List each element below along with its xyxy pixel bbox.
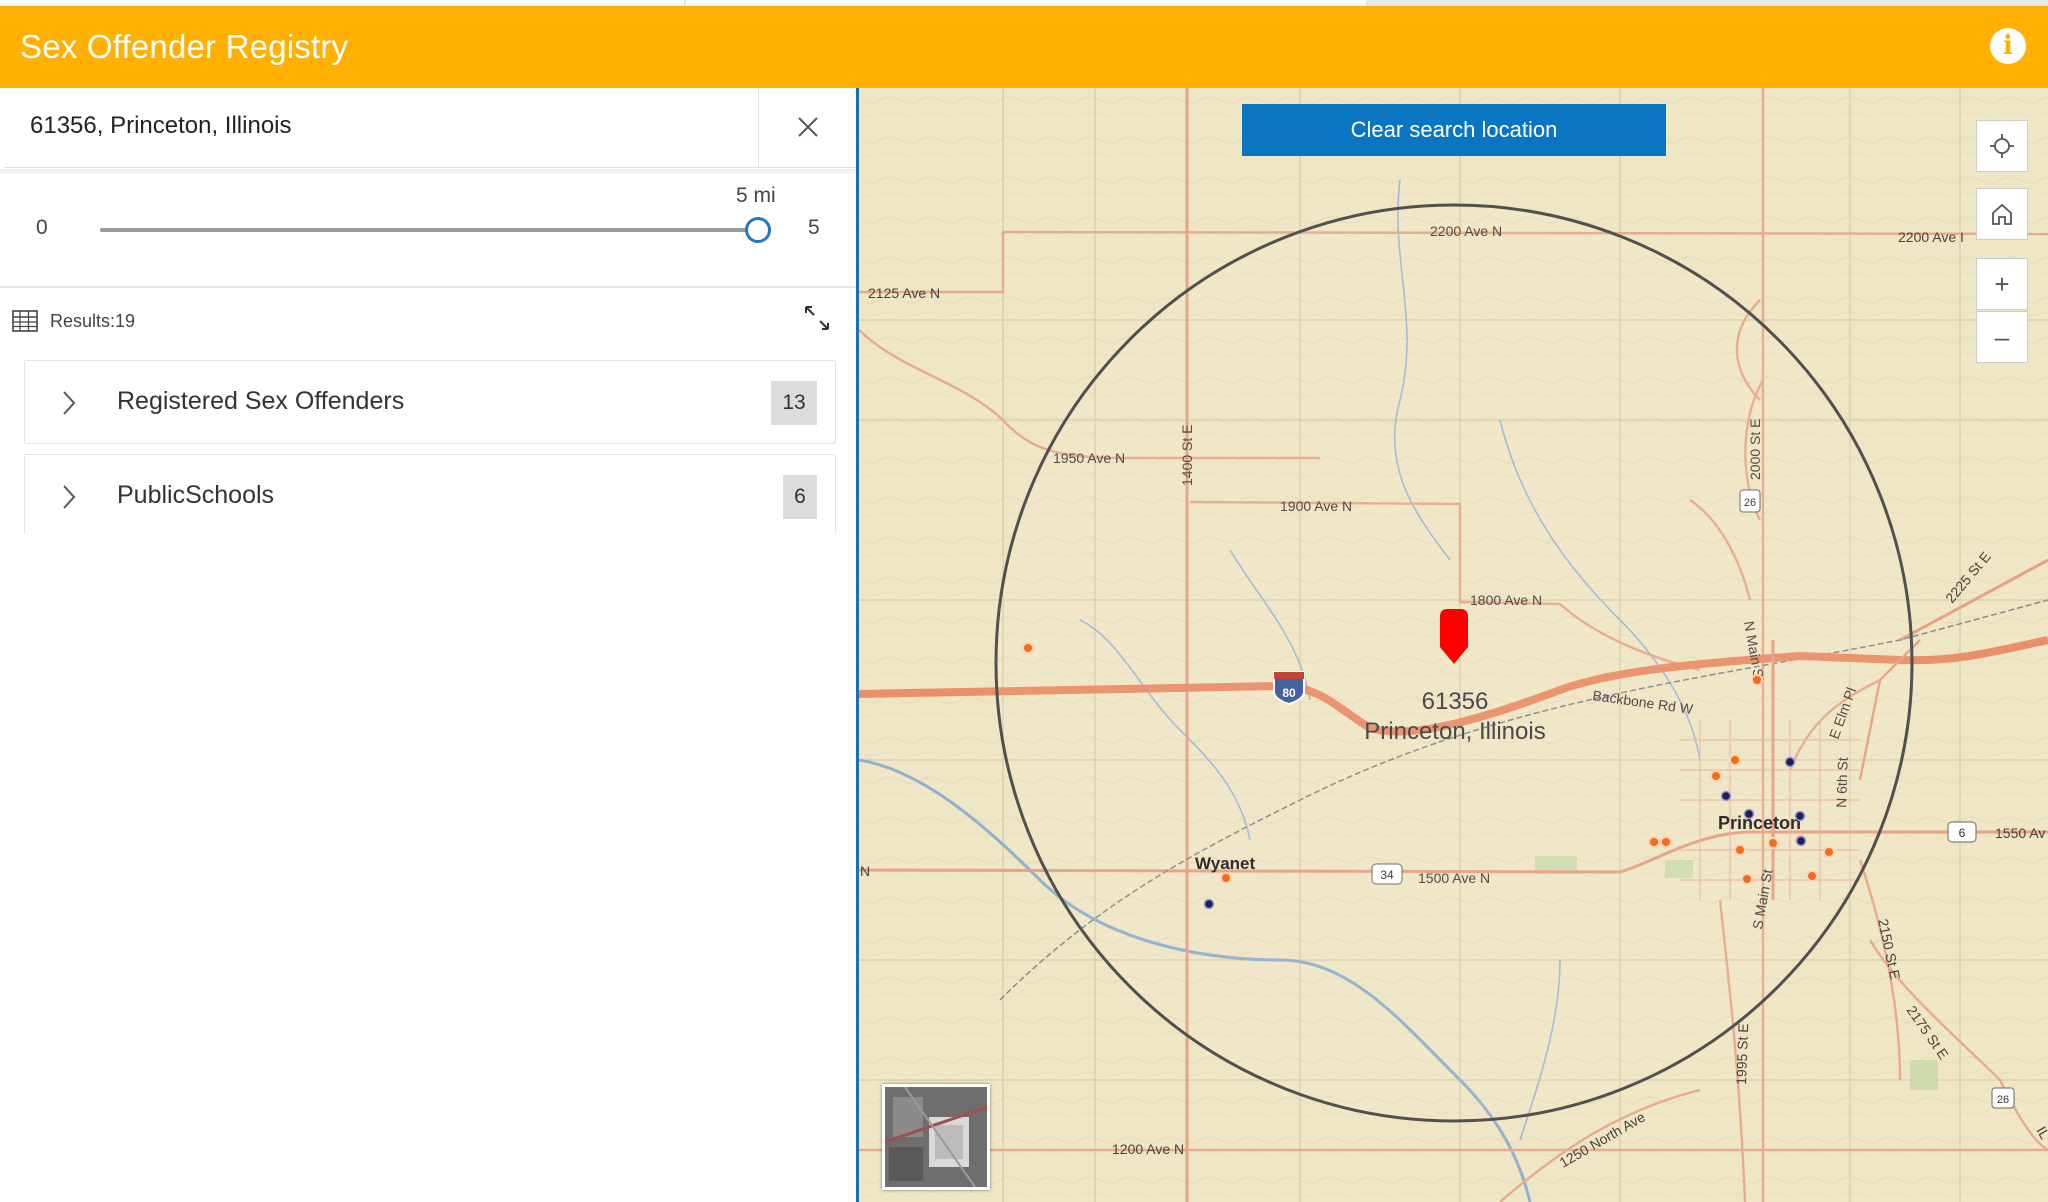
info-icon[interactable]: i: [1990, 28, 2026, 64]
offender-marker[interactable]: [1751, 674, 1763, 686]
us-route-shield: 6: [1947, 821, 1977, 843]
home-button[interactable]: [1976, 188, 2028, 240]
home-icon: [1992, 203, 2012, 225]
offender-marker[interactable]: [1022, 642, 1034, 654]
edge-label: N: [860, 863, 870, 879]
results-summary: Results:19: [12, 306, 135, 336]
road-label: 2125 Ave N: [868, 285, 940, 301]
school-marker[interactable]: [1784, 756, 1796, 768]
shield-label: 6: [1959, 826, 1966, 840]
road-label: 1200 Ave N: [1112, 1141, 1184, 1157]
chevron-right-icon: [63, 391, 76, 415]
zoom-out-icon: –: [1994, 321, 2010, 352]
school-marker[interactable]: [1795, 835, 1807, 847]
map-view[interactable]: 2200 Ave N 2200 Ave I 2125 Ave N 1950 Av…: [859, 88, 2048, 1202]
satellite-thumbnail: [885, 1087, 987, 1187]
offender-marker[interactable]: [1220, 872, 1232, 884]
slider-thumb[interactable]: [745, 217, 771, 243]
table-icon: [12, 310, 38, 332]
divider: [0, 286, 857, 288]
slider-current-label: 5 mi: [736, 184, 776, 207]
slider-track[interactable]: [100, 228, 760, 232]
offender-marker[interactable]: [1710, 770, 1722, 782]
app-header: Sex Offender Registry i: [0, 6, 2048, 88]
buffer-slider: 5 mi 0 5: [0, 88, 857, 286]
basemap-toggle[interactable]: [882, 1084, 990, 1190]
layer-item-schools[interactable]: PublicSchools 6: [24, 454, 836, 534]
offender-marker[interactable]: [1648, 836, 1660, 848]
layer-name: Registered Sex Offenders: [117, 387, 405, 415]
locate-icon: [1990, 134, 2014, 158]
offender-marker[interactable]: [1734, 844, 1746, 856]
school-marker[interactable]: [1720, 790, 1732, 802]
app-title: Sex Offender Registry: [20, 28, 349, 65]
layer-name: PublicSchools: [117, 481, 275, 509]
offender-marker[interactable]: [1767, 837, 1779, 849]
layer-count-badge: 13: [771, 381, 817, 425]
results-count: Results:19: [50, 310, 136, 331]
school-marker[interactable]: [1794, 810, 1806, 822]
offender-marker[interactable]: [1660, 836, 1672, 848]
slider-max-label: 5: [808, 216, 820, 239]
locate-button[interactable]: [1976, 120, 2028, 172]
road-label: 1995 St E: [1733, 1023, 1751, 1085]
shield-label: 26: [1997, 1094, 2009, 1106]
chevron-right-icon: [63, 485, 76, 509]
zoom-in-button[interactable]: +: [1976, 258, 2028, 310]
layer-count-badge: 6: [783, 475, 817, 519]
road-label: 2200 Ave I: [1898, 229, 1964, 245]
offender-marker[interactable]: [1823, 846, 1835, 858]
zoom-out-button[interactable]: –: [1976, 311, 2028, 363]
us-route-shield: 26: [1991, 1087, 2015, 1109]
offender-marker[interactable]: [1741, 873, 1753, 885]
expand-icon[interactable]: [803, 304, 831, 332]
zoom-in-icon: +: [1994, 268, 2010, 299]
pin-zip-label: 61356: [1421, 688, 1489, 715]
slider-min-label: 0: [36, 216, 48, 239]
offender-marker[interactable]: [1729, 754, 1741, 766]
school-marker[interactable]: [1203, 898, 1215, 910]
layer-item-offenders[interactable]: Registered Sex Offenders 13: [24, 360, 836, 444]
side-panel: 61356, Princeton, Illinois 5 mi 0 5 Resu…: [0, 88, 857, 1202]
road-label: 1550 Av: [1995, 825, 2045, 841]
basemap: 2200 Ave N 2200 Ave I 2125 Ave N 1950 Av…: [859, 88, 2048, 1202]
school-marker[interactable]: [1743, 808, 1755, 820]
offender-marker[interactable]: [1806, 870, 1818, 882]
pin-place-label: Princeton, Illinois: [1364, 718, 1546, 745]
clear-search-location-button[interactable]: Clear search location: [1242, 104, 1666, 156]
